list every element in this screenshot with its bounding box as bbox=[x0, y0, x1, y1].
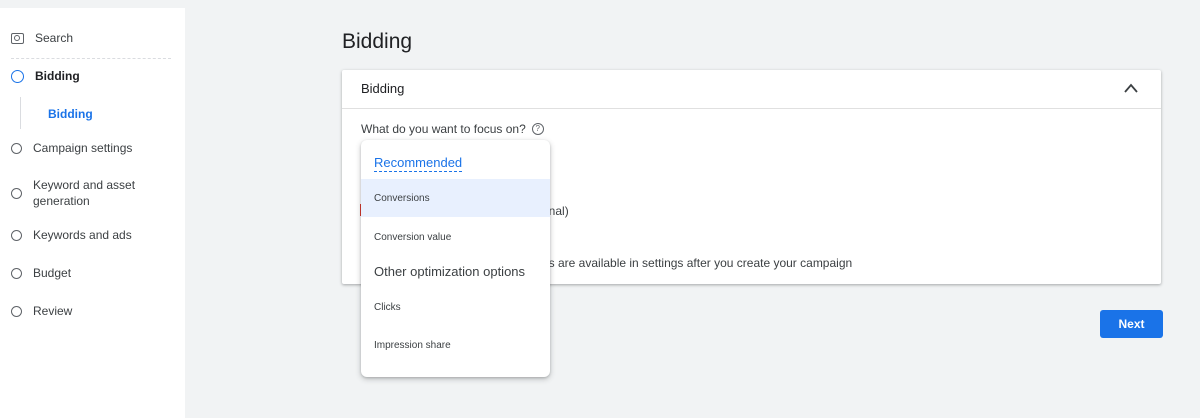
card-title: Bidding bbox=[361, 81, 405, 96]
sidebar-item-label: Search bbox=[35, 31, 74, 45]
sidebar-divider bbox=[11, 58, 171, 59]
sidebar-item-label: Review bbox=[33, 304, 73, 318]
focus-dropdown-menu: Recommended Conversions Conversion value… bbox=[361, 140, 550, 377]
option-impression-share[interactable]: Impression share bbox=[361, 326, 550, 364]
sidebar: Search Bidding Bidding Campaign settings… bbox=[0, 8, 185, 418]
step-status-icon bbox=[11, 142, 22, 154]
sidebar-item-keywords-and-ads[interactable]: Keywords and ads bbox=[11, 228, 132, 242]
sidebar-item-campaign-settings[interactable]: Campaign settings bbox=[11, 141, 132, 155]
sub-item-line bbox=[20, 97, 21, 129]
step-status-icon bbox=[11, 229, 22, 241]
step-status-icon bbox=[11, 69, 24, 83]
focus-question: What do you want to focus on? ? bbox=[361, 122, 544, 136]
chevron-up-icon[interactable] bbox=[1123, 82, 1139, 94]
step-status-icon bbox=[11, 305, 22, 317]
sidebar-item-label: Campaign settings bbox=[33, 141, 133, 155]
sidebar-item-keyword-asset-generation[interactable]: Keyword and asset generation bbox=[11, 177, 141, 209]
search-icon bbox=[11, 32, 24, 44]
card-header[interactable]: Bidding bbox=[342, 70, 1161, 109]
option-conversion-value[interactable]: Conversion value bbox=[361, 218, 550, 256]
sidebar-item-label: Bidding bbox=[35, 69, 80, 83]
sidebar-subitem-bidding[interactable]: Bidding bbox=[48, 107, 93, 121]
option-clicks[interactable]: Clicks bbox=[361, 288, 550, 326]
sidebar-item-label: Budget bbox=[33, 266, 72, 280]
sidebar-item-budget[interactable]: Budget bbox=[11, 266, 71, 280]
step-status-icon bbox=[11, 187, 22, 199]
focus-question-label: What do you want to focus on? bbox=[361, 122, 526, 136]
option-conversions[interactable]: Conversions bbox=[361, 179, 550, 217]
sidebar-item-label: Keywords and ads bbox=[33, 228, 132, 242]
sidebar-item-bidding[interactable]: Bidding bbox=[11, 69, 80, 83]
other-options-heading: Other optimization options bbox=[374, 264, 526, 279]
sidebar-item-label: Keyword and asset generation bbox=[33, 178, 136, 208]
sidebar-item-search[interactable]: Search bbox=[11, 31, 73, 45]
page-title: Bidding bbox=[342, 30, 413, 53]
next-button[interactable]: Next bbox=[1100, 310, 1163, 338]
step-status-icon bbox=[11, 267, 22, 279]
sidebar-item-review[interactable]: Review bbox=[11, 304, 72, 318]
help-icon[interactable]: ? bbox=[531, 123, 544, 135]
recommended-heading: Recommended bbox=[374, 155, 463, 172]
partial-info-text: os are available in settings after you c… bbox=[542, 256, 853, 270]
